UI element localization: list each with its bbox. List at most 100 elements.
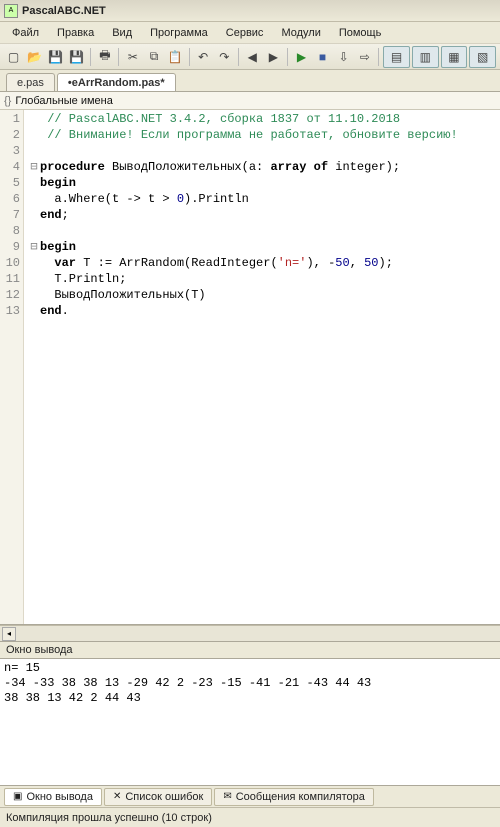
names-label: Глобальные имена: [15, 95, 113, 107]
status-bar: Компиляция прошла успешно (10 строк): [0, 807, 500, 827]
code-line[interactable]: T.Println;: [28, 271, 500, 287]
stepinto-icon: ⇩: [339, 50, 349, 64]
file-tab[interactable]: •eArrRandom.pas*: [57, 73, 176, 91]
copy-icon: ⧉: [150, 49, 159, 64]
tab-label: Список ошибок: [125, 791, 203, 803]
line-number: 10: [0, 255, 23, 271]
win2-button[interactable]: ▥: [412, 46, 439, 68]
undo-button[interactable]: ↶: [194, 47, 213, 67]
open-icon: 📂: [27, 50, 42, 64]
save-button[interactable]: 💾: [46, 47, 65, 67]
code-line[interactable]: ⊟procedure ВыводПоложительных(a: array o…: [28, 159, 500, 175]
tab-icon: ✉: [223, 791, 231, 802]
fold-icon: [28, 303, 40, 319]
cut-button[interactable]: ✂: [123, 47, 142, 67]
code-line[interactable]: a.Where(t -> t > 0).Println: [28, 191, 500, 207]
stepover-button[interactable]: ⇨: [355, 47, 374, 67]
print-icon: 🖶: [99, 46, 110, 67]
code-text: begin: [40, 239, 76, 255]
fold-icon: [28, 223, 40, 239]
saveall-button[interactable]: 💾: [67, 47, 86, 67]
stepinto-button[interactable]: ⇩: [334, 47, 353, 67]
file-tab[interactable]: e.pas: [6, 73, 55, 91]
redo-button[interactable]: ↷: [215, 47, 234, 67]
copy-button[interactable]: ⧉: [144, 47, 163, 67]
win3-icon: ▦: [448, 50, 459, 64]
code-line[interactable]: end;: [28, 207, 500, 223]
menu-программа[interactable]: Программа: [142, 25, 216, 41]
fwd-button[interactable]: ▶: [264, 47, 283, 67]
win1-button[interactable]: ▤: [383, 46, 410, 68]
tab-label: Окно вывода: [26, 791, 93, 803]
fold-icon: [28, 191, 40, 207]
back-button[interactable]: ◀: [243, 47, 262, 67]
line-number: 1: [0, 111, 23, 127]
toolbar-separator: [189, 48, 190, 66]
output-pane[interactable]: n= 15 -34 -33 38 38 13 -29 42 2 -23 -15 …: [0, 659, 500, 785]
code-text: begin: [40, 175, 76, 191]
code-line[interactable]: end.: [28, 303, 500, 319]
app-icon: A: [4, 4, 18, 18]
menu-сервис[interactable]: Сервис: [218, 25, 272, 41]
scroll-left-icon[interactable]: ◂: [2, 627, 16, 641]
bottom-tab[interactable]: ▣Окно вывода: [4, 788, 102, 806]
paste-button[interactable]: 📋: [166, 47, 185, 67]
win2-icon: ▥: [420, 50, 431, 64]
code-line[interactable]: begin: [28, 175, 500, 191]
toolbar-separator: [118, 48, 119, 66]
fold-icon[interactable]: ⊟: [28, 159, 40, 175]
app-title: PascalABC.NET: [22, 5, 106, 17]
toolbar: ▢ 📂 💾💾 🖶 ✂ ⧉ 📋 ↶ ↷ ◀ ▶ ▶ ■ ⇩ ⇨ ▤ ▥ ▦ ▧: [0, 44, 500, 70]
menu-файл[interactable]: Файл: [4, 25, 47, 41]
fold-icon: [28, 127, 40, 143]
line-gutter: 12345678910111213: [0, 110, 24, 624]
undo-icon: ↶: [198, 50, 208, 64]
fold-icon: [28, 143, 40, 159]
bottom-tab[interactable]: ✕Список ошибок: [104, 788, 212, 806]
code-line[interactable]: // PascalABC.NET 3.4.2, сборка 1837 от 1…: [28, 111, 500, 127]
cut-icon: ✂: [128, 50, 138, 64]
line-number: 13: [0, 303, 23, 319]
fold-icon: [28, 287, 40, 303]
status-text: Компиляция прошла успешно (10 строк): [6, 812, 212, 824]
menu-вид[interactable]: Вид: [104, 25, 140, 41]
fold-icon: [28, 207, 40, 223]
toolbar-separator: [90, 48, 91, 66]
code-text: end;: [40, 207, 69, 223]
titlebar: A PascalABC.NET: [0, 0, 500, 22]
names-dropdown[interactable]: {} Глобальные имена: [0, 92, 500, 110]
code-line[interactable]: [28, 143, 500, 159]
print-button[interactable]: 🖶: [95, 47, 114, 67]
menubar: ФайлПравкаВидПрограммаСервисМодулиПомощь: [0, 22, 500, 44]
paste-icon: 📋: [168, 50, 183, 64]
code-text: // PascalABC.NET 3.4.2, сборка 1837 от 1…: [40, 111, 400, 127]
win3-button[interactable]: ▦: [441, 46, 468, 68]
code-line[interactable]: [28, 223, 500, 239]
code-line[interactable]: // Внимание! Если программа не работает,…: [28, 127, 500, 143]
line-number: 11: [0, 271, 23, 287]
code-line[interactable]: var T := ArrRandom(ReadInteger('n='), -5…: [28, 255, 500, 271]
back-icon: ◀: [248, 50, 257, 64]
fold-icon[interactable]: ⊟: [28, 239, 40, 255]
open-button[interactable]: 📂: [25, 47, 44, 67]
bottom-tab[interactable]: ✉Сообщения компилятора: [214, 788, 374, 806]
menu-модули[interactable]: Модули: [273, 25, 328, 41]
menu-помощь[interactable]: Помощь: [331, 25, 390, 41]
menu-правка[interactable]: Правка: [49, 25, 102, 41]
toolbar-separator: [238, 48, 239, 66]
output-pane-title: Окно вывода: [0, 641, 500, 659]
code-editor[interactable]: 12345678910111213 // PascalABC.NET 3.4.2…: [0, 110, 500, 625]
code-text: a.Where(t -> t > 0).Println: [40, 191, 249, 207]
code-area[interactable]: // PascalABC.NET 3.4.2, сборка 1837 от 1…: [24, 110, 500, 624]
code-text: T.Println;: [40, 271, 126, 287]
new-button[interactable]: ▢: [4, 47, 23, 67]
code-line[interactable]: ⊟begin: [28, 239, 500, 255]
stop-button[interactable]: ■: [313, 47, 332, 67]
run-button[interactable]: ▶: [292, 47, 311, 67]
run-icon: ▶: [297, 50, 306, 64]
code-line[interactable]: ВыводПоложительных(T): [28, 287, 500, 303]
win4-button[interactable]: ▧: [469, 46, 496, 68]
fold-icon: [28, 111, 40, 127]
horizontal-scrollbar[interactable]: ◂: [0, 625, 500, 641]
toolbar-separator: [378, 48, 379, 66]
